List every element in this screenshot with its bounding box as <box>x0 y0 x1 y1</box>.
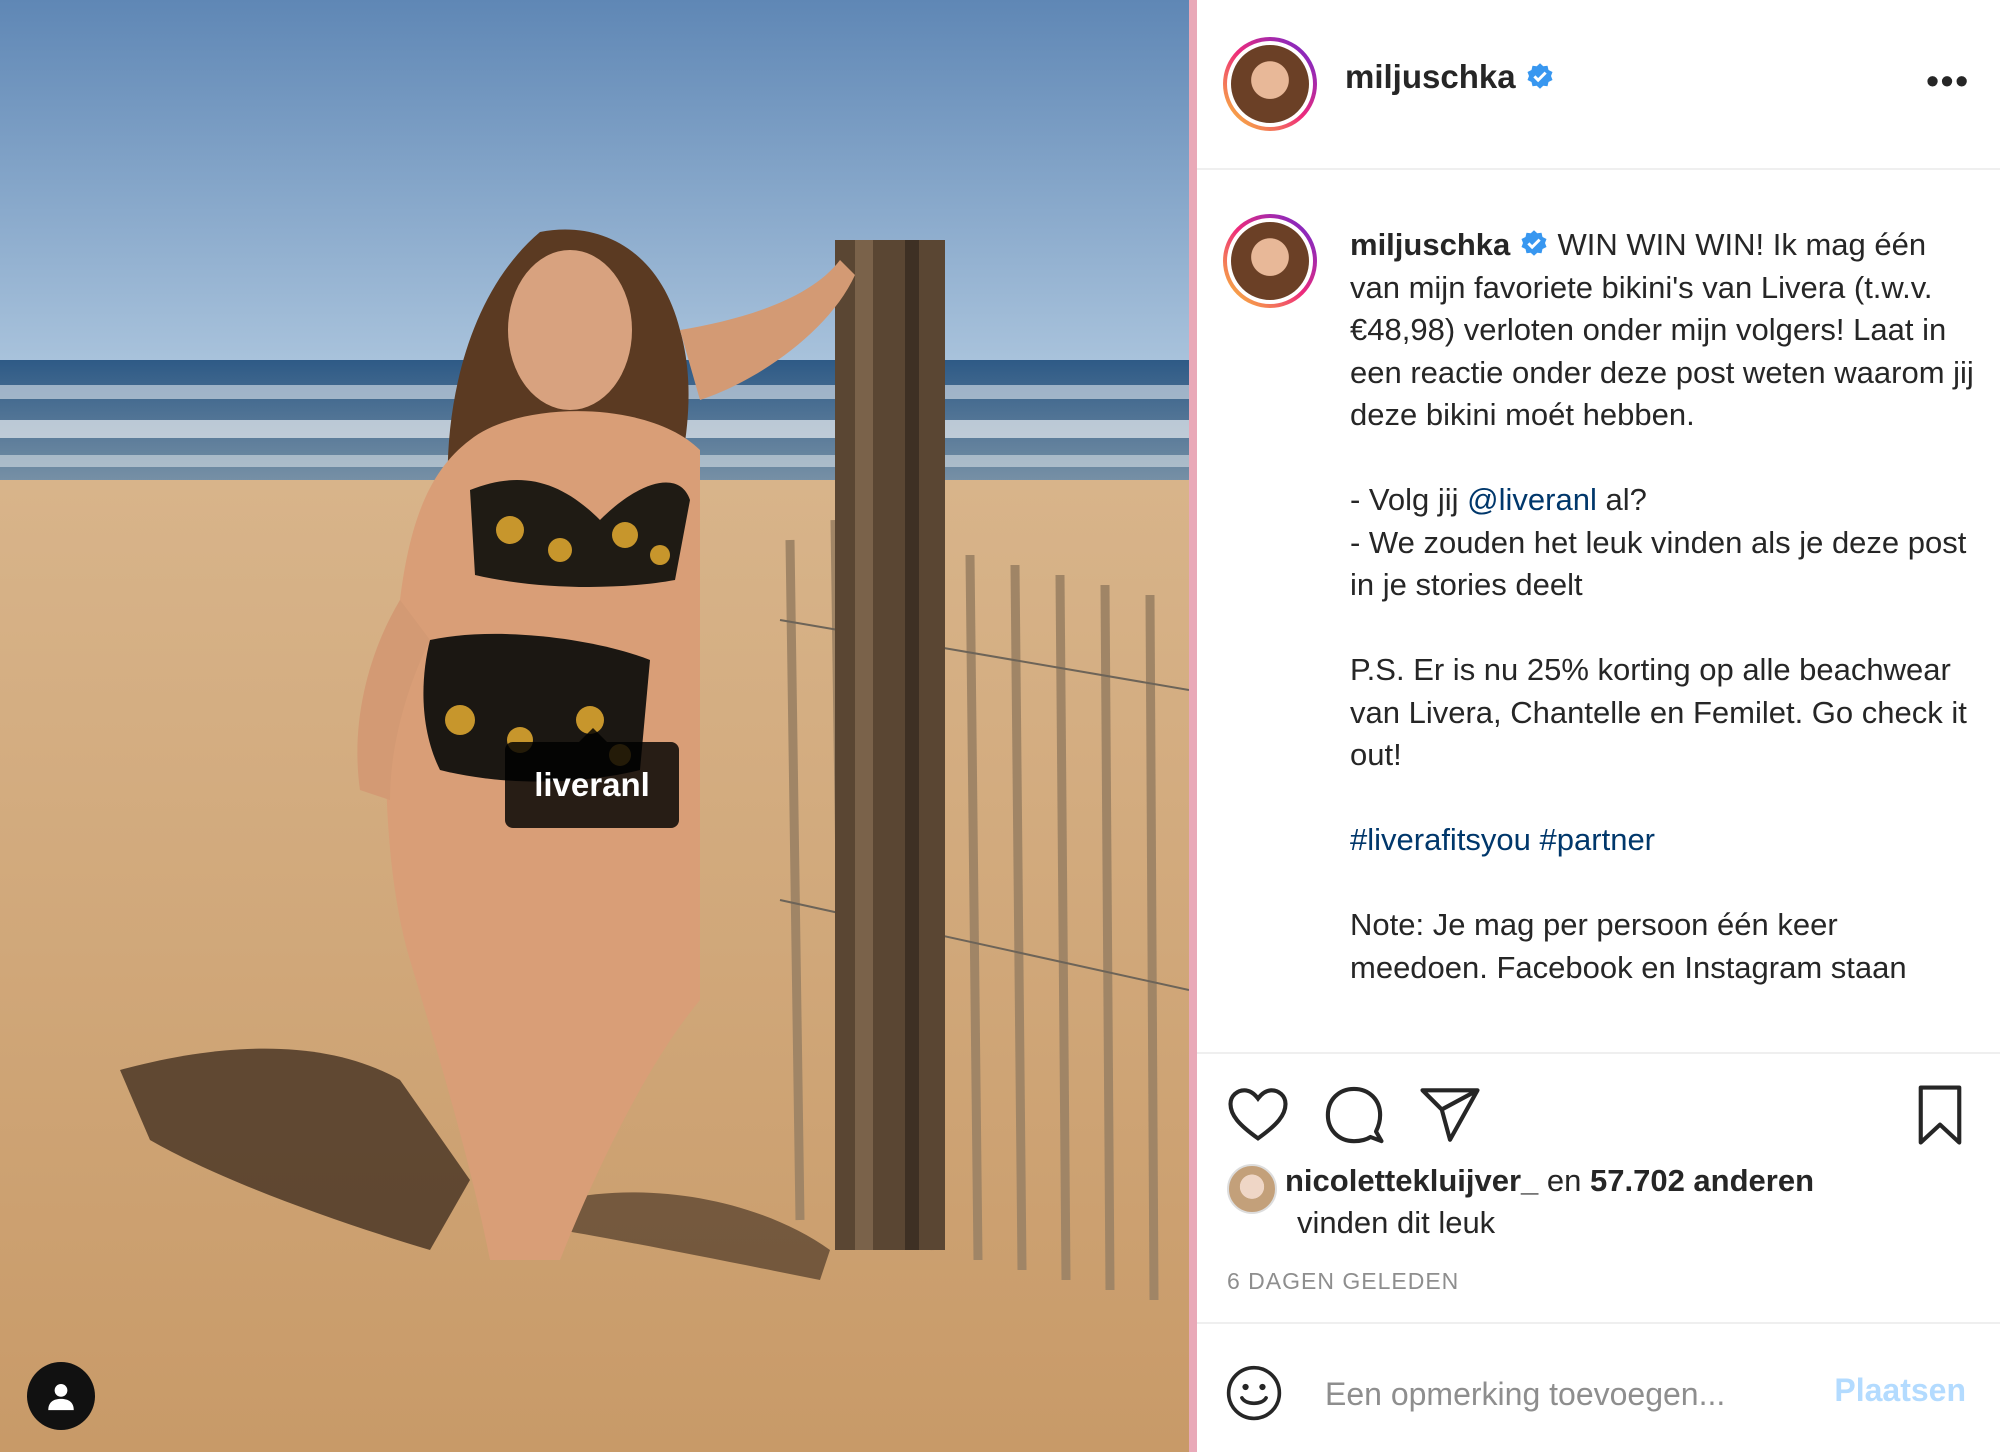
hashtag-link[interactable]: #liverafitsyou <box>1350 822 1531 857</box>
comment-icon <box>1325 1086 1384 1144</box>
user-tags-button[interactable] <box>27 1362 95 1430</box>
likes-connector: en <box>1538 1163 1590 1198</box>
actions-divider <box>1197 1052 2000 1054</box>
caption-line1-suffix: al? <box>1596 482 1647 517</box>
author-block: miljuschka <box>1345 58 1555 96</box>
verified-icon <box>1521 230 1547 256</box>
likes-suffix: vinden dit leuk <box>1297 1205 1496 1240</box>
more-icon: ••• <box>1926 60 1970 101</box>
comment-input[interactable] <box>1323 1368 1827 1420</box>
user-tag-icon <box>48 1383 74 1411</box>
verified-icon <box>1527 63 1553 89</box>
product-tag[interactable]: liveranl <box>505 728 679 828</box>
caption: miljuschka WIN WIN WIN! Ik mag één van m… <box>1350 224 1980 989</box>
mention-link[interactable]: @liveranl <box>1467 482 1597 517</box>
author-username[interactable]: miljuschka <box>1345 58 1516 95</box>
more-options-button[interactable]: ••• <box>1926 60 1970 102</box>
like-button[interactable] <box>1225 1082 1291 1148</box>
save-button[interactable] <box>1907 1082 1973 1148</box>
comment-bar: Plaatsen <box>1197 1322 2000 1454</box>
author-avatar[interactable] <box>1223 37 1317 131</box>
liker-avatar[interactable] <box>1227 1164 1277 1214</box>
product-tag-label: liveranl <box>534 766 650 803</box>
share-button[interactable] <box>1417 1082 1483 1148</box>
likes-count[interactable]: 57.702 anderen <box>1590 1163 1814 1198</box>
heart-icon <box>1228 1088 1288 1141</box>
post-panel: miljuschka ••• miljuschka WIN WIN WIN! I… <box>1197 0 2000 1452</box>
caption-line2: - We zouden het leuk vinden als je deze … <box>1350 524 1967 603</box>
post-timestamp[interactable]: 6 DAGEN GELEDEN <box>1227 1268 1459 1295</box>
bookmark-icon <box>1918 1085 1962 1145</box>
caption-area: miljuschka WIN WIN WIN! Ik mag één van m… <box>1197 170 2000 1042</box>
caption-avatar[interactable] <box>1223 214 1317 308</box>
post-header: miljuschka ••• <box>1197 0 2000 170</box>
emoji-icon[interactable] <box>1225 1364 1283 1422</box>
post-comment-button[interactable]: Plaatsen <box>1834 1372 1966 1409</box>
caption-ps: P.S. Er is nu 25% korting op alle beachw… <box>1350 652 1967 772</box>
share-icon <box>1420 1088 1480 1142</box>
beach-photo <box>0 0 1189 1452</box>
post-photo[interactable]: liveranl <box>0 0 1189 1452</box>
divider <box>1189 0 1197 1452</box>
caption-line1-prefix: - Volg jij <box>1350 482 1468 517</box>
liker-username[interactable]: nicolettekluijver_ <box>1285 1163 1538 1198</box>
caption-note: Note: Je mag per persoon één keer meedoe… <box>1350 907 1907 985</box>
comment-button[interactable] <box>1321 1082 1387 1148</box>
hashtag-link[interactable]: #partner <box>1540 822 1655 857</box>
caption-username[interactable]: miljuschka <box>1350 227 1510 262</box>
